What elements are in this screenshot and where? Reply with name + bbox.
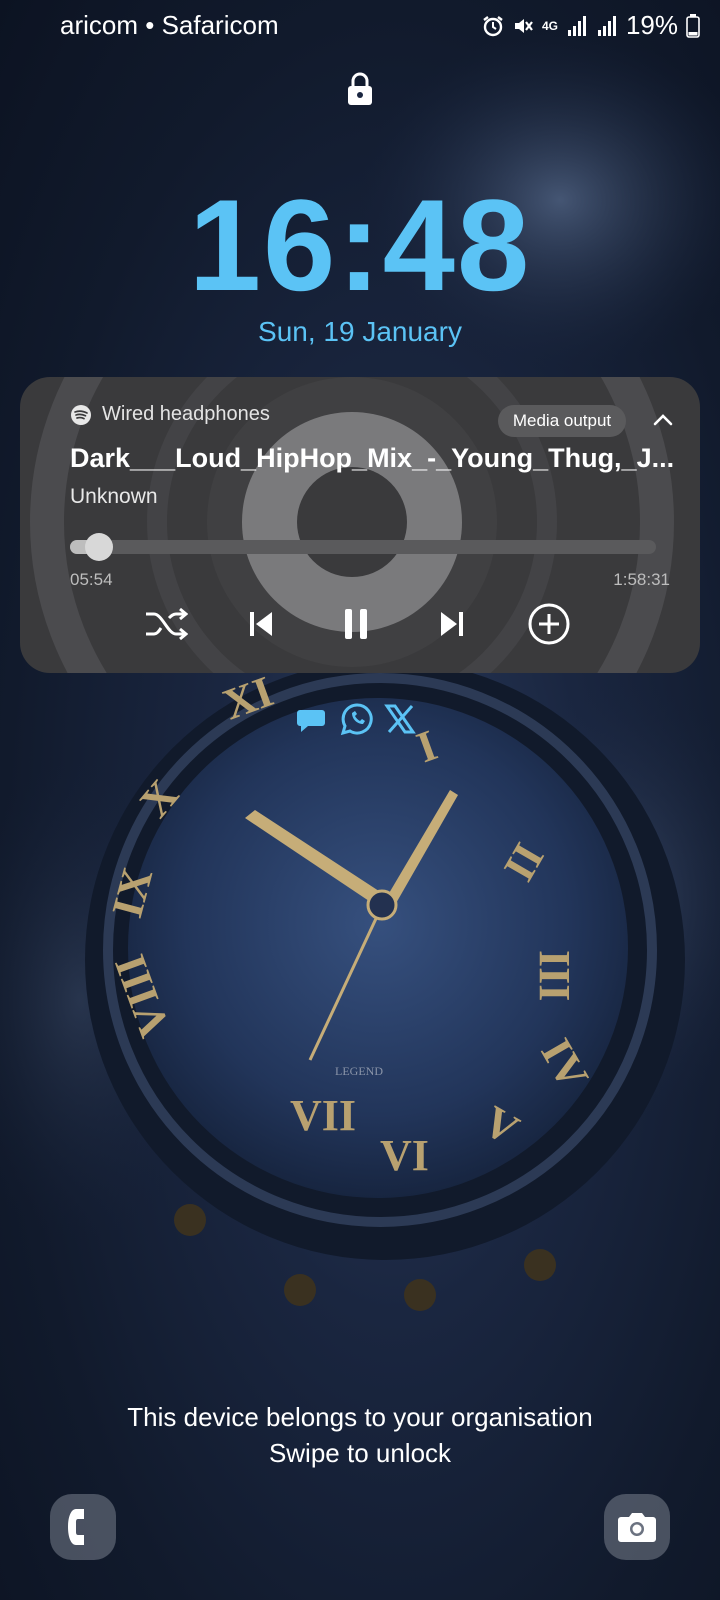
battery-icon bbox=[686, 13, 700, 38]
playback-controls bbox=[20, 599, 700, 659]
next-button[interactable] bbox=[427, 599, 477, 649]
battery-percent: 19% bbox=[625, 10, 678, 40]
media-source-row: Wired headphones bbox=[70, 403, 270, 426]
mute-icon bbox=[514, 18, 533, 33]
pause-button[interactable] bbox=[331, 599, 381, 649]
next-icon bbox=[441, 612, 463, 636]
camera-icon bbox=[618, 1513, 656, 1542]
media-output-button[interactable]: Media output bbox=[498, 405, 626, 437]
svg-text:III: III bbox=[530, 950, 579, 1001]
lock-icon[interactable] bbox=[347, 72, 373, 106]
phone-icon bbox=[68, 1509, 84, 1545]
chevron-up-icon[interactable] bbox=[648, 405, 678, 435]
signal-icon bbox=[567, 15, 586, 36]
svg-text:VII: VII bbox=[290, 1091, 356, 1140]
messages-icon[interactable] bbox=[296, 704, 330, 734]
organisation-notice: This device belongs to your organisation bbox=[127, 1402, 593, 1432]
shuffle-icon bbox=[146, 607, 188, 641]
add-icon bbox=[528, 603, 570, 645]
shuffle-button[interactable] bbox=[141, 599, 191, 649]
media-player-card[interactable]: Wired headphones Media output Dark___Lou… bbox=[20, 377, 700, 673]
pause-icon bbox=[345, 609, 367, 639]
camera-shortcut[interactable] bbox=[604, 1494, 670, 1560]
track-title: Dark___Loud_HipHop_Mix_-_Young_Thug,_J..… bbox=[70, 443, 675, 473]
total-time: 1:58:31 bbox=[613, 570, 670, 589]
lockscreen-clock[interactable]: 16:48 bbox=[0, 180, 720, 310]
alarm-icon bbox=[483, 15, 503, 36]
previous-icon bbox=[250, 612, 272, 636]
lockscreen-date: Sun, 19 January bbox=[258, 316, 462, 347]
whatsapp-icon[interactable] bbox=[340, 702, 374, 736]
carrier-name: aricom • Safaricom bbox=[60, 10, 279, 40]
seek-bar[interactable] bbox=[70, 533, 656, 561]
svg-text:VI: VI bbox=[380, 1131, 429, 1180]
notification-icons[interactable] bbox=[296, 702, 416, 736]
svg-text:LEGEND: LEGEND bbox=[335, 1064, 383, 1078]
status-icons: 4G 19% bbox=[482, 10, 700, 41]
x-icon[interactable] bbox=[384, 704, 416, 734]
spotify-icon bbox=[71, 404, 91, 425]
4g-icon: 4G bbox=[541, 18, 558, 33]
status-bar: aricom • Safaricom 4G 19% bbox=[0, 0, 720, 52]
output-device-label: Wired headphones bbox=[102, 403, 270, 425]
swipe-to-unlock-hint: Swipe to unlock bbox=[268, 1438, 452, 1468]
add-to-library-button[interactable] bbox=[524, 599, 574, 649]
track-artist: Unknown bbox=[70, 485, 158, 508]
elapsed-time: 05:54 bbox=[70, 570, 113, 589]
phone-shortcut[interactable] bbox=[50, 1494, 116, 1560]
signal-icon bbox=[597, 15, 616, 36]
previous-button[interactable] bbox=[236, 599, 286, 649]
